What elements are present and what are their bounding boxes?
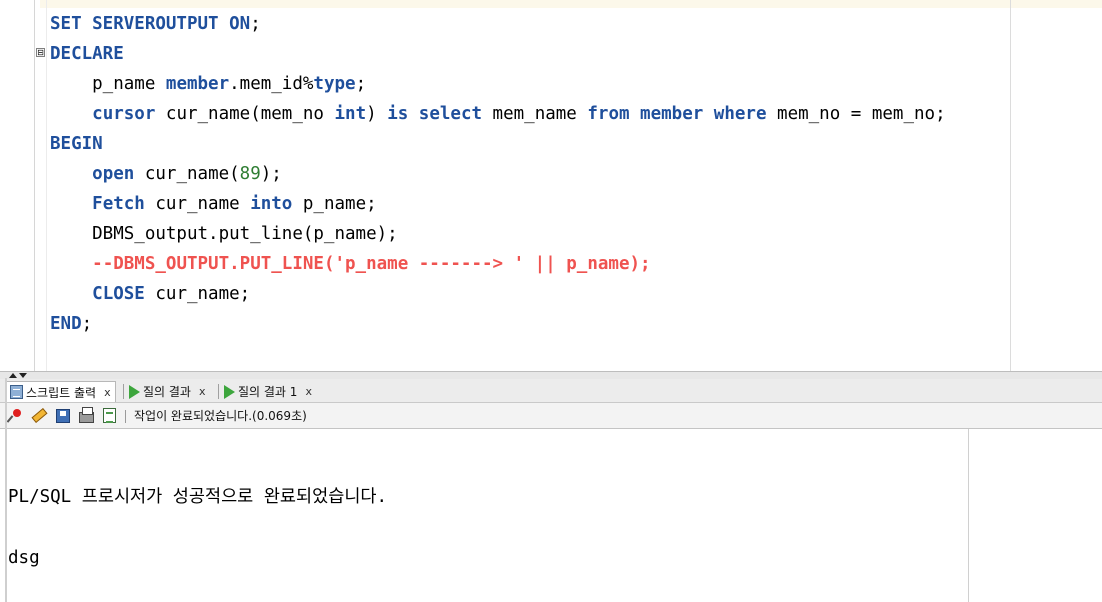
save-icon xyxy=(55,408,70,423)
panel-grip xyxy=(5,378,7,602)
maximize-down-icon[interactable] xyxy=(19,373,27,378)
sql-text: mem_name xyxy=(482,104,588,124)
sql-text: DBMS_output.put_line(p_name); xyxy=(50,224,398,244)
sql-text: .mem_id% xyxy=(229,74,314,94)
code-line[interactable]: --DBMS_OUTPUT.PUT_LINE('p_name -------> … xyxy=(50,249,651,279)
sql-text: cur_name( xyxy=(134,164,240,184)
sql-number: 89 xyxy=(239,164,261,184)
code-line[interactable]: SET SERVEROUTPUT ON; xyxy=(50,9,261,39)
tab-close-icon[interactable]: x xyxy=(305,385,312,398)
fold-toggle-icon[interactable]: ⊟ xyxy=(36,48,45,57)
sql-keyword: int xyxy=(334,104,367,124)
sql-keyword: member xyxy=(165,74,230,94)
sql-text: ) xyxy=(366,104,388,124)
code-line[interactable]: CLOSE cur_name; xyxy=(50,279,250,309)
eraser-icon xyxy=(31,407,48,424)
sql-text: ; xyxy=(250,14,261,34)
code-line[interactable]: cursor cur_name(mem_no int) is select me… xyxy=(50,99,946,129)
tab-separator xyxy=(123,384,124,399)
sql-text: ; xyxy=(355,74,367,94)
sql-keyword: from member where xyxy=(587,104,767,124)
script-output-panel[interactable]: PL/SQL 프로시저가 성공적으로 완료되었습니다. dsg xyxy=(0,429,1102,602)
maximize-up-icon[interactable] xyxy=(9,373,17,378)
tab-label: 질의 결과 1 xyxy=(238,385,298,399)
sql-keyword: CLOSE xyxy=(92,284,145,304)
sql-keyword: DECLARE xyxy=(50,44,124,64)
save-button[interactable] xyxy=(54,407,71,424)
sql-keyword: is select xyxy=(387,104,483,124)
tab-label: 질의 결과 xyxy=(143,385,191,399)
code-line[interactable]: Fetch cur_name into p_name; xyxy=(50,189,377,219)
output-tabbar: 스크립트 출력 x 질의 결과 x 질의 결과 1 x xyxy=(0,379,1102,403)
panel-splitter[interactable] xyxy=(0,371,1102,379)
sql-text: cur_name; xyxy=(144,284,251,304)
script-output-icon xyxy=(10,385,23,399)
tab-query-result[interactable]: 질의 결과 x xyxy=(126,381,210,402)
sql-comment: --DBMS_OUTPUT.PUT_LINE('p_name -------> … xyxy=(92,254,651,274)
code-line[interactable]: DBMS_output.put_line(p_name); xyxy=(50,219,398,249)
gutter-divider xyxy=(46,0,47,371)
sql-text: mem_no = mem_no; xyxy=(766,104,946,124)
sql-keyword: cursor xyxy=(92,104,156,124)
output-line: dsg xyxy=(8,548,40,568)
code-line[interactable]: BEGIN xyxy=(50,129,103,159)
tab-close-icon[interactable]: x xyxy=(199,385,206,398)
sql-keyword: type xyxy=(313,74,356,94)
output-line: PL/SQL 프로시저가 성공적으로 완료되었습니다. xyxy=(8,487,388,507)
current-line-highlight xyxy=(40,0,1102,8)
print-icon xyxy=(79,406,94,423)
sql-text: p_name xyxy=(50,74,166,94)
print-button[interactable] xyxy=(78,406,95,424)
toolbar-separator xyxy=(125,410,126,423)
sql-keyword: BEGIN xyxy=(50,134,103,154)
tab-label: 스크립트 출력 xyxy=(26,385,97,400)
sql-editor[interactable]: ⊟ SET SERVEROUTPUT ON; DECLARE p_name mem… xyxy=(0,0,1102,371)
output-toolbar: 작업이 완료되었습니다.(0.069초) xyxy=(0,403,1102,429)
sql-keyword: END xyxy=(50,314,82,334)
code-line[interactable]: END; xyxy=(50,309,92,339)
pin-button[interactable] xyxy=(9,407,26,424)
tab-separator xyxy=(218,384,219,399)
tab-query-result-1[interactable]: 질의 결과 1 x xyxy=(221,381,316,402)
sql-keyword: into xyxy=(250,194,293,214)
output-icon xyxy=(103,408,116,423)
sql-text: p_name; xyxy=(292,194,377,214)
code-line[interactable]: open cur_name(89); xyxy=(50,159,282,189)
output-margin-line xyxy=(968,429,969,602)
right-margin-line xyxy=(1010,0,1011,371)
clear-button[interactable] xyxy=(31,407,48,424)
status-message: 작업이 완료되었습니다.(0.069초) xyxy=(134,409,307,423)
gutter-divider xyxy=(34,0,35,371)
tab-close-icon[interactable]: x xyxy=(104,386,111,399)
sql-keyword: SET SERVEROUTPUT ON xyxy=(50,14,251,34)
code-line[interactable]: p_name member.mem_id%type; xyxy=(50,69,366,99)
pin-icon xyxy=(12,408,21,417)
run-query-icon xyxy=(224,384,235,399)
sql-text: ; xyxy=(81,314,93,334)
output-button[interactable] xyxy=(101,407,118,424)
code-line[interactable]: DECLARE xyxy=(50,39,124,69)
sql-text: cur_name(mem_no xyxy=(155,104,335,124)
sql-keyword: Fetch xyxy=(92,194,145,214)
run-query-icon xyxy=(129,384,140,399)
sql-keyword: open xyxy=(92,164,135,184)
tab-script-output[interactable]: 스크립트 출력 x xyxy=(6,381,116,402)
sql-text: ); xyxy=(260,164,282,184)
sql-text: cur_name xyxy=(144,194,251,214)
